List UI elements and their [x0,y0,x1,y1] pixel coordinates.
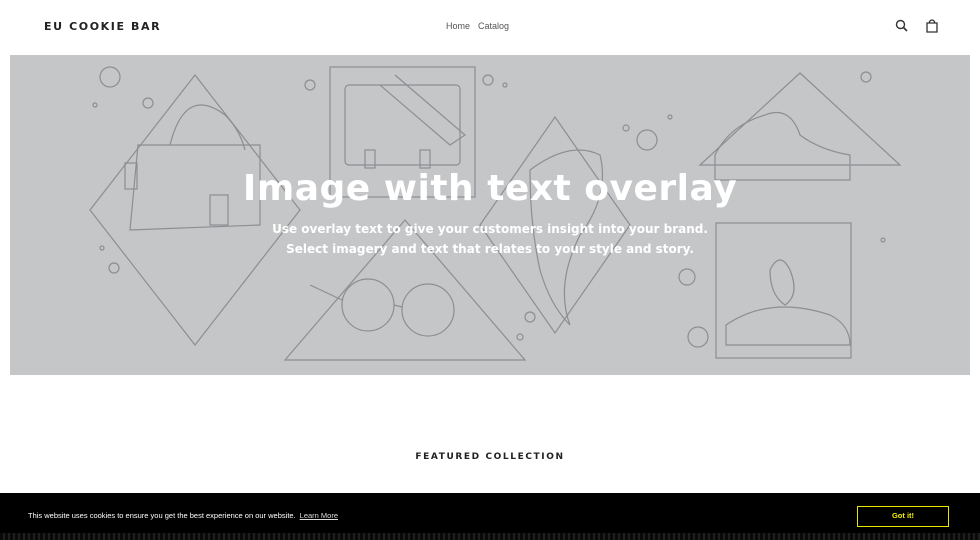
learn-more-link[interactable]: Learn More [300,511,338,520]
site-logo[interactable]: EU COOKIE BAR [44,20,161,33]
header-icons [894,18,940,34]
cookie-consent-bar: This website uses cookies to ensure you … [0,493,980,540]
cookie-bar-bottom-edge [0,533,980,540]
hero-subtitle-line-2: Select imagery and text that relates to … [286,242,694,256]
hero-image-banner: Image with text overlay Use overlay text… [10,55,970,375]
site-header: EU COOKIE BAR Home Catalog [0,0,980,55]
nav-link-home[interactable]: Home [446,21,470,31]
nav-link-catalog[interactable]: Catalog [478,21,509,31]
hero-title: Image with text overlay [242,168,738,209]
featured-collection-heading: FEATURED COLLECTION [415,452,565,462]
hero-subtitle: Use overlay text to give your customers … [10,219,970,259]
search-icon[interactable] [894,18,910,34]
cookie-message: This website uses cookies to ensure you … [28,511,338,520]
hero-text-overlay: Image with text overlay Use overlay text… [10,167,970,259]
page: EU COOKIE BAR Home Catalog Image with te… [0,0,980,540]
cookie-message-text: This website uses cookies to ensure you … [28,511,296,520]
hero-subtitle-line-1: Use overlay text to give your customers … [272,222,708,236]
got-it-button[interactable]: Got it! [857,506,949,527]
cart-icon[interactable] [924,18,940,34]
main-nav: Home Catalog [446,21,509,31]
